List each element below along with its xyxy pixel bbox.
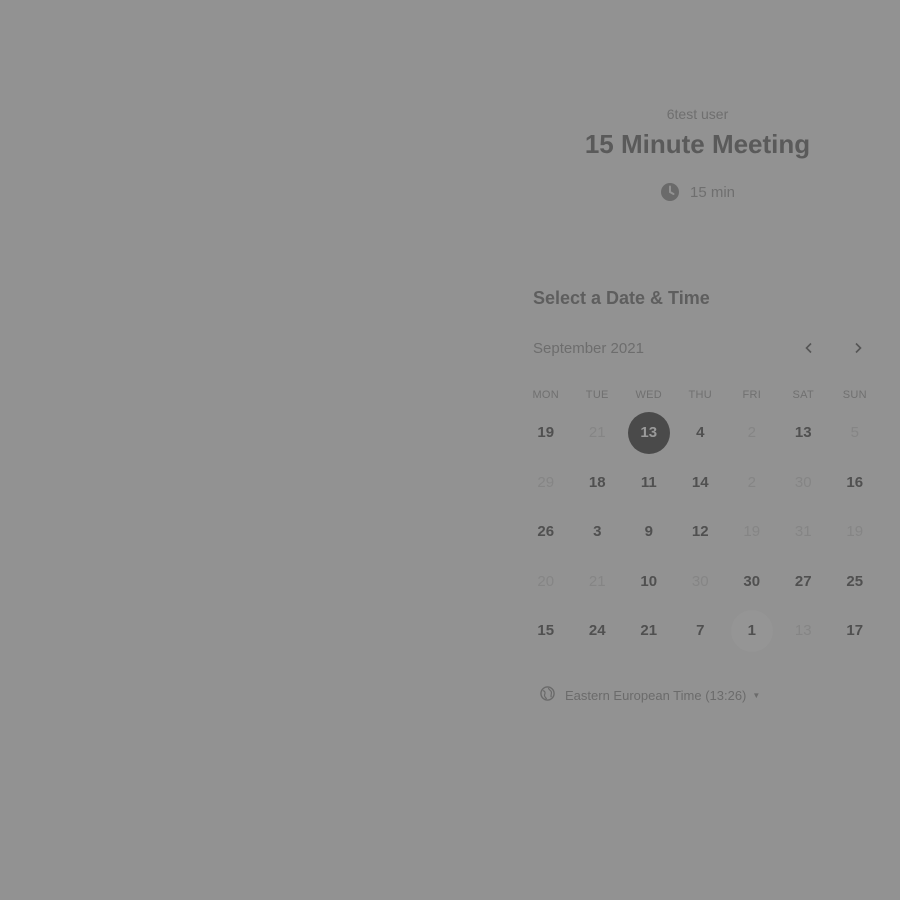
chevron-right-icon	[852, 341, 864, 359]
day-number: 2	[747, 473, 756, 491]
day-number: 16	[846, 473, 864, 491]
day-number: 13	[794, 424, 812, 442]
day-number: 21	[588, 424, 606, 442]
weekday-header: SUN	[842, 389, 867, 401]
day-number: 12	[691, 523, 709, 541]
calendar-day[interactable]: 11	[623, 458, 675, 508]
day-number: 20	[537, 572, 555, 590]
day-number: 24	[588, 622, 606, 640]
day-number: 19	[537, 424, 555, 442]
day-number: 9	[644, 523, 653, 541]
calendar-day: 21	[572, 408, 624, 458]
calendar-day[interactable]: 3	[572, 507, 624, 557]
event-title: 15 Minute Meeting	[584, 129, 811, 159]
timezone-label: Eastern European Time (13:26)	[565, 687, 747, 703]
calendar-day: 30	[778, 458, 830, 508]
weekday-header: FRI	[742, 389, 762, 401]
weekday-header: WED	[635, 389, 663, 401]
day-number: 30	[794, 473, 812, 491]
previous-month-button[interactable]	[797, 338, 821, 362]
day-number: 13	[627, 411, 670, 454]
day-number: 17	[846, 622, 864, 640]
calendar-day[interactable]: 18	[572, 458, 624, 508]
day-number: 25	[846, 572, 864, 590]
day-number: 4	[696, 424, 705, 442]
day-number: 1	[730, 609, 773, 652]
day-number: 27	[794, 572, 812, 590]
month-label: September 2021	[533, 340, 644, 357]
day-number: 11	[640, 473, 657, 491]
timezone-selector[interactable]: Eastern European Time (13:26) ▼	[540, 686, 760, 704]
calendar-day[interactable]: 4	[675, 408, 727, 458]
weekday-header: MON	[532, 389, 560, 401]
calendar-day[interactable]: 14	[675, 458, 727, 508]
calendar-day[interactable]: 26	[520, 507, 572, 557]
calendar-day: 20	[520, 557, 572, 607]
calendar-day: 13	[778, 606, 830, 656]
calendar-day[interactable]: 10	[623, 557, 675, 607]
day-number: 13	[794, 622, 812, 640]
calendar-day[interactable]: 24	[572, 606, 624, 656]
day-number: 15	[537, 622, 555, 640]
next-month-button[interactable]	[846, 338, 870, 362]
day-number: 19	[743, 523, 761, 541]
calendar-day[interactable]: 30	[726, 557, 778, 607]
event-owner: 6test user	[666, 106, 729, 122]
day-number: 30	[691, 572, 709, 590]
calendar-day[interactable]: 12	[675, 507, 727, 557]
globe-icon	[540, 686, 555, 704]
day-number: 26	[537, 523, 555, 541]
day-number: 5	[850, 424, 859, 442]
scheduler-heading: Select a Date & Time	[533, 288, 710, 308]
calendar-day: 21	[572, 557, 624, 607]
calendar-day[interactable]: 9	[623, 507, 675, 557]
day-number: 30	[743, 572, 761, 590]
calendar-day[interactable]: 7	[675, 606, 727, 656]
calendar-day: 30	[675, 557, 727, 607]
calendar-day[interactable]: 21	[623, 606, 675, 656]
day-number: 10	[640, 572, 658, 590]
calendar-day[interactable]: 13	[778, 408, 830, 458]
calendar-day: 2	[726, 408, 778, 458]
calendar-day[interactable]: 1	[726, 606, 778, 656]
month-navigation: September 2021	[533, 338, 883, 362]
caret-down-icon: ▼	[752, 690, 761, 700]
day-number: 21	[640, 622, 658, 640]
calendar-day: 29	[520, 458, 572, 508]
calendar-day: 19	[829, 507, 881, 557]
day-number: 21	[588, 572, 606, 590]
chevron-left-icon	[803, 341, 815, 359]
event-duration: 15 min	[505, 182, 890, 202]
calendar-day[interactable]: 17	[829, 606, 881, 656]
calendar-day: 19	[726, 507, 778, 557]
day-number: 2	[747, 424, 756, 442]
selected-day[interactable]: 13	[623, 408, 675, 458]
day-number: 19	[846, 523, 864, 541]
day-number: 31	[794, 523, 812, 541]
day-number: 3	[593, 523, 602, 541]
calendar-day[interactable]: 19	[520, 408, 572, 458]
calendar-day[interactable]: 27	[778, 557, 830, 607]
day-number: 18	[588, 473, 606, 491]
duration-label: 15 min	[689, 183, 736, 201]
calendar-day: 2	[726, 458, 778, 508]
weekday-header: SAT	[792, 389, 814, 401]
clock-icon	[660, 182, 680, 202]
calendar-day[interactable]: 15	[520, 606, 572, 656]
calendar-day: 31	[778, 507, 830, 557]
day-number: 7	[696, 622, 705, 640]
event-panel: 6test user 15 Minute Meeting 15 min Sele…	[505, 0, 900, 900]
calendar-day[interactable]: 25	[829, 557, 881, 607]
day-number: 14	[691, 473, 709, 491]
weekday-header: TUE	[585, 389, 609, 401]
calendar-day: 5	[829, 408, 881, 458]
day-number: 29	[537, 473, 555, 491]
calendar-day[interactable]: 16	[829, 458, 881, 508]
calendar-grid: MON TUE WED THU FRI SAT SUN 19 21 13 4 2 13 5 2…	[520, 382, 881, 656]
weekday-header: THU	[688, 389, 712, 401]
